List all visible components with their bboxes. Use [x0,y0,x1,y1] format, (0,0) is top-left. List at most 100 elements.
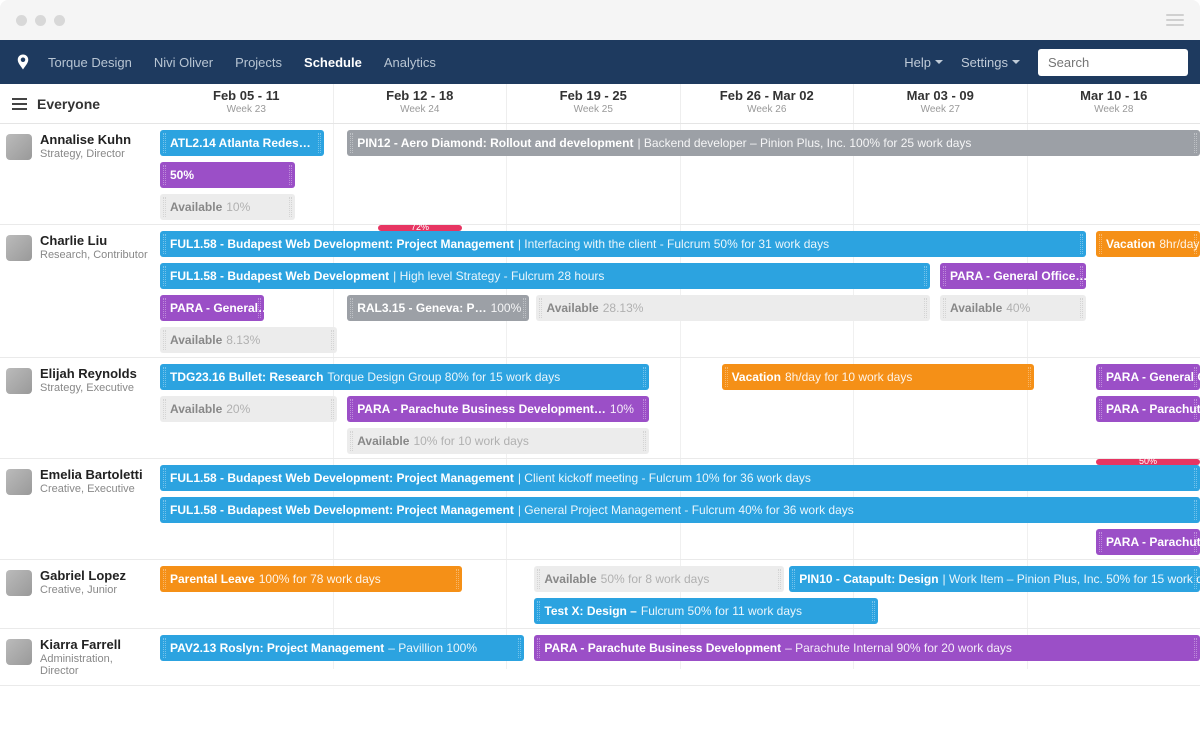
person-row: Kiarra Farrell Administration, DirectorP… [0,629,1200,686]
avatar [6,469,32,495]
schedule-bar[interactable]: 50% [160,162,295,188]
schedule-bar[interactable]: FUL1.58 - Budapest Web Development: Proj… [160,497,1200,523]
person-name: Gabriel Lopez [40,568,126,583]
person-label[interactable]: Gabriel Lopez Creative, Junior [0,560,160,628]
week-column[interactable]: Feb 19 - 25Week 25 [506,84,680,123]
window-minimize[interactable] [35,15,46,26]
avatar [6,570,32,596]
person-name: Emelia Bartoletti [40,467,143,482]
people-filter-label[interactable]: Everyone [37,96,100,112]
person-lanes: Parental Leave100% for 78 work days Avail… [160,560,1200,628]
schedule-bar[interactable]: PARA - Parachute Bu [1096,529,1200,555]
schedule-canvas: Annalise Kuhn Strategy, DirectorATL2.14 … [0,124,1200,756]
week-sub: Week 26 [681,104,854,115]
schedule-bar[interactable]: PARA - General Offic [1096,364,1200,390]
week-sub: Week 23 [160,104,333,115]
week-column[interactable]: Mar 10 - 16Week 28 [1027,84,1200,123]
schedule-bar[interactable]: FUL1.58 - Budapest Web Development: Proj… [160,465,1200,491]
schedule-bar[interactable]: PIN12 - Aero Diamond: Rollout and develo… [347,130,1200,156]
person-role: Strategy, Executive [40,382,137,394]
schedule-bar[interactable]: PARA - General Office… [940,263,1086,289]
schedule-bar[interactable]: PARA - Parachute Bu [1096,396,1200,422]
person-role: Creative, Junior [40,584,126,596]
person-row: Annalise Kuhn Strategy, DirectorATL2.14 … [0,124,1200,225]
nav-analytics[interactable]: Analytics [384,55,436,70]
week-sub: Week 27 [854,104,1027,115]
schedule-bar[interactable]: Available10% [160,194,295,220]
week-column[interactable]: Feb 12 - 18Week 24 [333,84,507,123]
schedule-bar[interactable]: ATL2.14 Atlanta Redes… [160,130,324,156]
filter-menu-icon[interactable] [12,98,27,110]
week-label: Mar 03 - 09 [854,88,1027,103]
browser-chrome [0,0,1200,40]
overload-indicator[interactable]: 50% [1096,459,1200,465]
schedule-bar[interactable]: Test X: Design –Fulcrum 50% for 11 work … [534,598,877,624]
schedule-bar[interactable]: PARA - Parachute Business Development– P… [534,635,1200,661]
nav-user[interactable]: Nivi Oliver [154,55,213,70]
person-name: Kiarra Farrell [40,637,154,652]
search-box[interactable] [1038,49,1188,76]
overload-indicator[interactable]: 72% [378,225,461,231]
schedule-bar[interactable]: RAL3.15 - Geneva: P…100% [347,295,529,321]
schedule-bar[interactable]: FUL1.58 - Budapest Web Development: Proj… [160,231,1086,257]
schedule-bar[interactable]: FUL1.58 - Budapest Web Development| High… [160,263,930,289]
person-label[interactable]: Kiarra Farrell Administration, Director [0,629,160,685]
nav-projects[interactable]: Projects [235,55,282,70]
person-name: Charlie Liu [40,233,148,248]
person-lanes: 72%FUL1.58 - Budapest Web Development: P… [160,225,1200,357]
person-role: Administration, Director [40,653,154,677]
week-label: Mar 10 - 16 [1028,88,1200,103]
app-menu-icon[interactable] [1166,14,1184,26]
help-menu[interactable]: Help [904,55,943,70]
schedule-bar[interactable]: Parental Leave100% for 78 work days [160,566,462,592]
schedule-bar[interactable]: Available28.13% [536,295,929,321]
schedule-bar[interactable]: PARA - Parachute Business Development…10… [347,396,649,422]
avatar [6,134,32,160]
schedule-bar[interactable]: Available10% for 10 work days [347,428,649,454]
schedule-bar[interactable]: Available20% [160,396,337,422]
schedule-rows: Annalise Kuhn Strategy, DirectorATL2.14 … [0,124,1200,686]
person-lanes: ATL2.14 Atlanta Redes… PIN12 - Aero Diamo… [160,124,1200,224]
window-maximize[interactable] [54,15,65,26]
schedule-bar[interactable]: PIN10 - Catapult: Design| Work Item – Pi… [789,566,1200,592]
person-label[interactable]: Elijah Reynolds Strategy, Executive [0,358,160,458]
person-name: Elijah Reynolds [40,366,137,381]
week-label: Feb 05 - 11 [160,88,333,103]
timeline-header: Everyone Feb 05 - 11Week 23Feb 12 - 18We… [0,84,1200,124]
nav-items: Torque Design Nivi Oliver Projects Sched… [48,55,436,70]
person-role: Creative, Executive [40,483,143,495]
logo-icon[interactable] [12,51,34,73]
search-input[interactable] [1048,55,1178,70]
person-name: Annalise Kuhn [40,132,131,147]
person-row: Emelia Bartoletti Creative, Executive50%… [0,459,1200,560]
schedule-bar[interactable]: Vacation8hr/day fo [1096,231,1200,257]
avatar [6,639,32,665]
person-label[interactable]: Charlie Liu Research, Contributor [0,225,160,357]
schedule-bar[interactable]: Available40% [940,295,1086,321]
person-lanes: 50%FUL1.58 - Budapest Web Development: P… [160,459,1200,559]
nav-brand[interactable]: Torque Design [48,55,132,70]
navbar: Torque Design Nivi Oliver Projects Sched… [0,40,1200,84]
window-controls [16,15,65,26]
week-sub: Week 24 [334,104,507,115]
person-label[interactable]: Annalise Kuhn Strategy, Director [0,124,160,224]
settings-menu[interactable]: Settings [961,55,1020,70]
person-lanes: TDG23.16 Bullet: ResearchTorque Design G… [160,358,1200,458]
schedule-bar[interactable]: Available50% for 8 work days [534,566,784,592]
avatar [6,235,32,261]
week-column[interactable]: Feb 26 - Mar 02Week 26 [680,84,854,123]
schedule-bar[interactable]: Vacation8h/day for 10 work days [722,364,1034,390]
window-close[interactable] [16,15,27,26]
nav-schedule[interactable]: Schedule [304,55,362,70]
week-column[interactable]: Mar 03 - 09Week 27 [853,84,1027,123]
person-label[interactable]: Emelia Bartoletti Creative, Executive [0,459,160,559]
schedule-bar[interactable]: PARA - General… [160,295,264,321]
people-header: Everyone [0,84,160,123]
schedule-bar[interactable]: PAV2.13 Roslyn: Project Management– Pavi… [160,635,524,661]
week-column[interactable]: Feb 05 - 11Week 23 [160,84,333,123]
person-lanes: PAV2.13 Roslyn: Project Management– Pavi… [160,629,1200,669]
schedule-bar[interactable]: TDG23.16 Bullet: ResearchTorque Design G… [160,364,649,390]
chevron-down-icon [935,60,943,64]
week-label: Feb 19 - 25 [507,88,680,103]
schedule-bar[interactable]: Available8.13% [160,327,337,353]
